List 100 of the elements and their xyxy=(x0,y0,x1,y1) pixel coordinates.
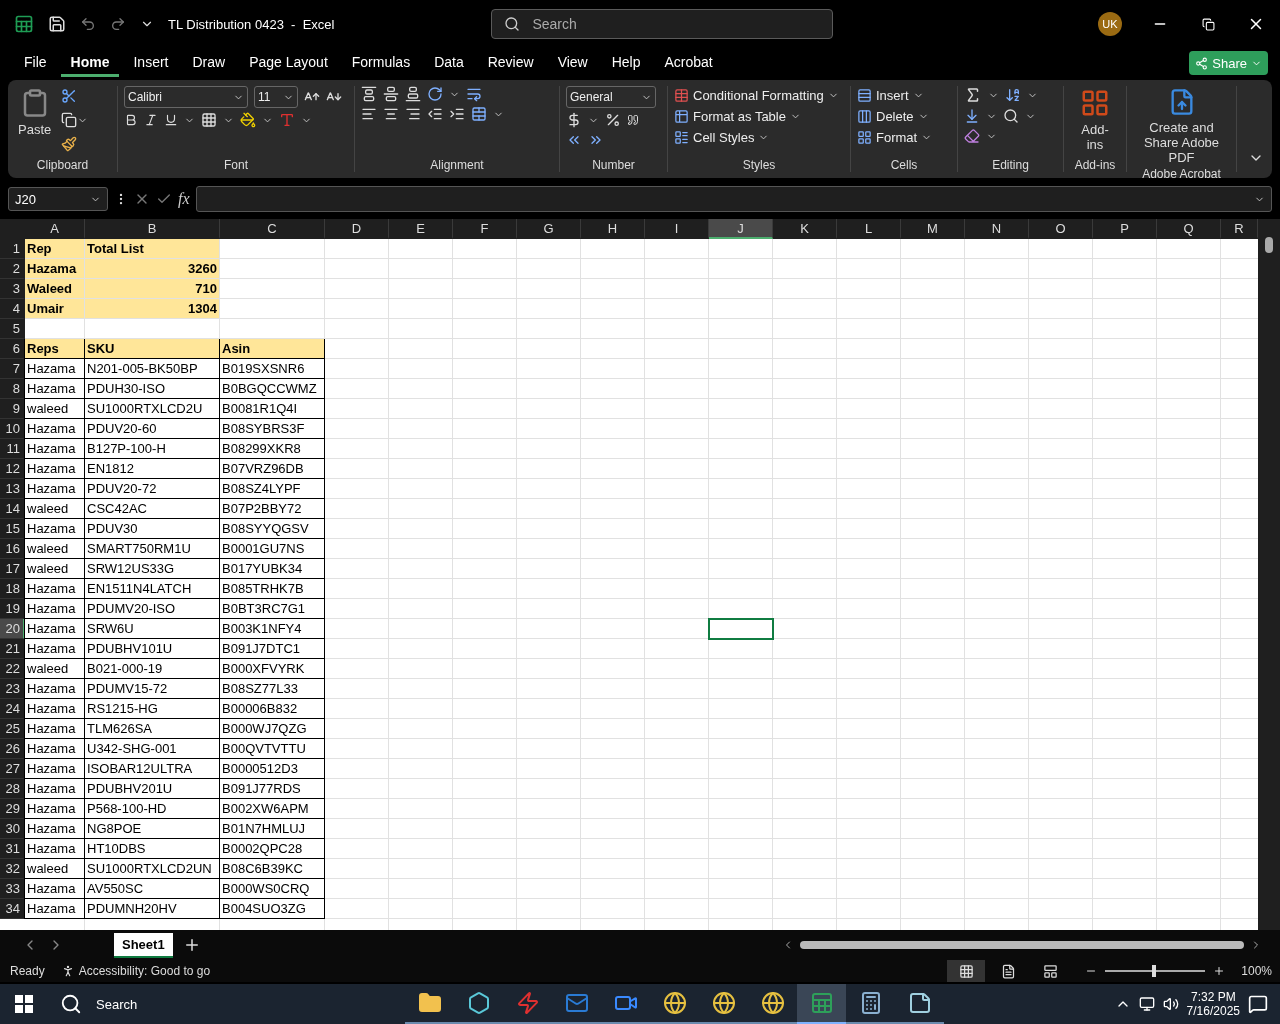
columns-icon[interactable] xyxy=(857,109,872,124)
page-break-icon[interactable] xyxy=(1042,963,1058,979)
currency-icon[interactable] xyxy=(566,112,582,128)
cells-menu-button[interactable]: Insert xyxy=(857,86,924,105)
column-header[interactable]: G xyxy=(517,219,581,239)
row-header[interactable]: 13 xyxy=(0,479,25,499)
add-ins-button[interactable]: Add-ins xyxy=(1070,86,1120,154)
column-header[interactable]: R xyxy=(1221,219,1258,239)
user-avatar[interactable]: UK xyxy=(1098,12,1122,36)
row-header[interactable]: 16 xyxy=(0,539,25,559)
column-header[interactable]: Q xyxy=(1157,219,1221,239)
underline-icon[interactable] xyxy=(164,113,178,127)
ribbon-tab[interactable]: View xyxy=(547,49,598,77)
ribbon-tab[interactable]: Page Layout xyxy=(239,49,338,77)
row-header[interactable]: 30 xyxy=(0,819,25,839)
cells-menu-button[interactable]: Format xyxy=(857,128,933,147)
column-header[interactable]: F xyxy=(453,219,517,239)
eraser-icon[interactable] xyxy=(964,128,980,144)
ribbon-tab[interactable]: Help xyxy=(601,49,651,77)
ribbon-tab[interactable]: Data xyxy=(424,49,474,77)
column-header[interactable]: B xyxy=(85,219,220,239)
column-header[interactable]: A xyxy=(25,219,85,239)
row-header[interactable]: 34 xyxy=(0,899,25,919)
column-header[interactable]: I xyxy=(645,219,709,239)
globe-icon[interactable] xyxy=(760,991,785,1015)
align-left-icon[interactable] xyxy=(361,106,377,122)
merge-icon[interactable] xyxy=(471,106,487,122)
taskbar-search-label[interactable]: Search xyxy=(96,996,138,1012)
format-painter-icon[interactable] xyxy=(61,136,78,152)
column-header[interactable]: K xyxy=(773,219,837,239)
row-header[interactable]: 28 xyxy=(0,779,25,799)
ribbon-tab[interactable]: Review xyxy=(477,49,544,77)
note-icon[interactable] xyxy=(907,991,932,1015)
column-header[interactable]: P xyxy=(1093,219,1157,239)
windows-logo-icon[interactable] xyxy=(15,995,33,1013)
wrap-text-icon[interactable] xyxy=(466,86,482,102)
zoom-percent[interactable]: 100% xyxy=(1241,964,1272,978)
clock[interactable]: 7:32 PM 7/16/2025 xyxy=(1186,990,1240,1018)
align-bottom-icon[interactable] xyxy=(405,86,421,102)
zoom-slider[interactable] xyxy=(1105,965,1206,977)
column-header[interactable]: L xyxy=(837,219,901,239)
formula-input[interactable] xyxy=(195,186,1272,212)
search-icon[interactable] xyxy=(504,16,521,32)
orientation-icon[interactable] xyxy=(427,86,443,102)
row-header[interactable]: 5 xyxy=(0,319,25,339)
table-icon[interactable] xyxy=(674,88,689,103)
row-header[interactable]: 14 xyxy=(0,499,25,519)
font-size-dropdown[interactable]: 11 xyxy=(254,86,298,108)
row-header[interactable]: 10 xyxy=(0,419,25,439)
decrease-indent-icon[interactable] xyxy=(427,106,443,122)
row-header[interactable]: 29 xyxy=(0,799,25,819)
normal-view-icon[interactable] xyxy=(958,963,974,979)
notifications-icon[interactable] xyxy=(1248,994,1268,1014)
ribbon-tab[interactable]: Home xyxy=(60,49,120,77)
font-name-dropdown[interactable]: Calibri xyxy=(124,86,248,108)
row-header[interactable]: 19 xyxy=(0,599,25,619)
search-field[interactable]: Search xyxy=(491,9,834,39)
row-header[interactable]: 2 xyxy=(0,259,25,279)
restore-icon[interactable] xyxy=(1201,17,1215,31)
ribbon-tab[interactable]: Insert xyxy=(123,49,179,77)
row-header[interactable]: 21 xyxy=(0,639,25,659)
row-header[interactable]: 15 xyxy=(0,519,25,539)
cells-menu-button[interactable]: Delete xyxy=(857,107,929,126)
vertical-scrollbar[interactable] xyxy=(1258,219,1280,930)
column-header[interactable]: N xyxy=(965,219,1029,239)
bold-icon[interactable] xyxy=(124,113,138,127)
percent-icon[interactable] xyxy=(605,112,621,128)
font-color-icon[interactable] xyxy=(279,112,295,128)
row-header[interactable]: 23 xyxy=(0,679,25,699)
column-header[interactable]: O xyxy=(1029,219,1093,239)
horizontal-scrollbar[interactable] xyxy=(800,940,1244,950)
styles-menu-button[interactable]: Cell Styles xyxy=(674,128,770,147)
row-header[interactable]: 17 xyxy=(0,559,25,579)
cut-icon[interactable] xyxy=(61,88,78,104)
folder-icon[interactable] xyxy=(417,991,442,1015)
zoom-thumb[interactable] xyxy=(1152,965,1157,977)
copy-icon[interactable] xyxy=(61,112,78,128)
paste-button[interactable]: Paste xyxy=(14,86,56,139)
search-icon[interactable] xyxy=(1003,108,1019,124)
row-header[interactable]: 3 xyxy=(0,279,25,299)
table-icon[interactable] xyxy=(674,109,689,124)
undo-icon[interactable] xyxy=(80,16,96,32)
create-pdf-button[interactable]: Create and Share Adobe PDF xyxy=(1133,86,1230,167)
spreadsheet-icon[interactable] xyxy=(809,991,834,1015)
grid-icon[interactable] xyxy=(857,130,872,145)
fill-color-icon[interactable] xyxy=(240,112,256,128)
row-header[interactable]: 4 xyxy=(0,299,25,319)
zoom-in-icon[interactable] xyxy=(1213,965,1226,977)
number-format-dropdown[interactable]: General xyxy=(566,86,656,108)
accessibility-status[interactable]: Accessibility: Good to go xyxy=(78,964,211,978)
rows-icon[interactable] xyxy=(857,88,872,103)
align-top-icon[interactable] xyxy=(361,86,377,102)
row-header[interactable]: 7 xyxy=(0,359,25,379)
sheet-tab[interactable]: Sheet1 xyxy=(114,932,173,958)
row-header[interactable]: 8 xyxy=(0,379,25,399)
row-header[interactable]: 18 xyxy=(0,579,25,599)
increase-indent-icon[interactable] xyxy=(449,106,465,122)
lightning-icon[interactable] xyxy=(515,991,540,1015)
row-header[interactable]: 31 xyxy=(0,839,25,859)
globe-icon[interactable] xyxy=(662,991,687,1015)
